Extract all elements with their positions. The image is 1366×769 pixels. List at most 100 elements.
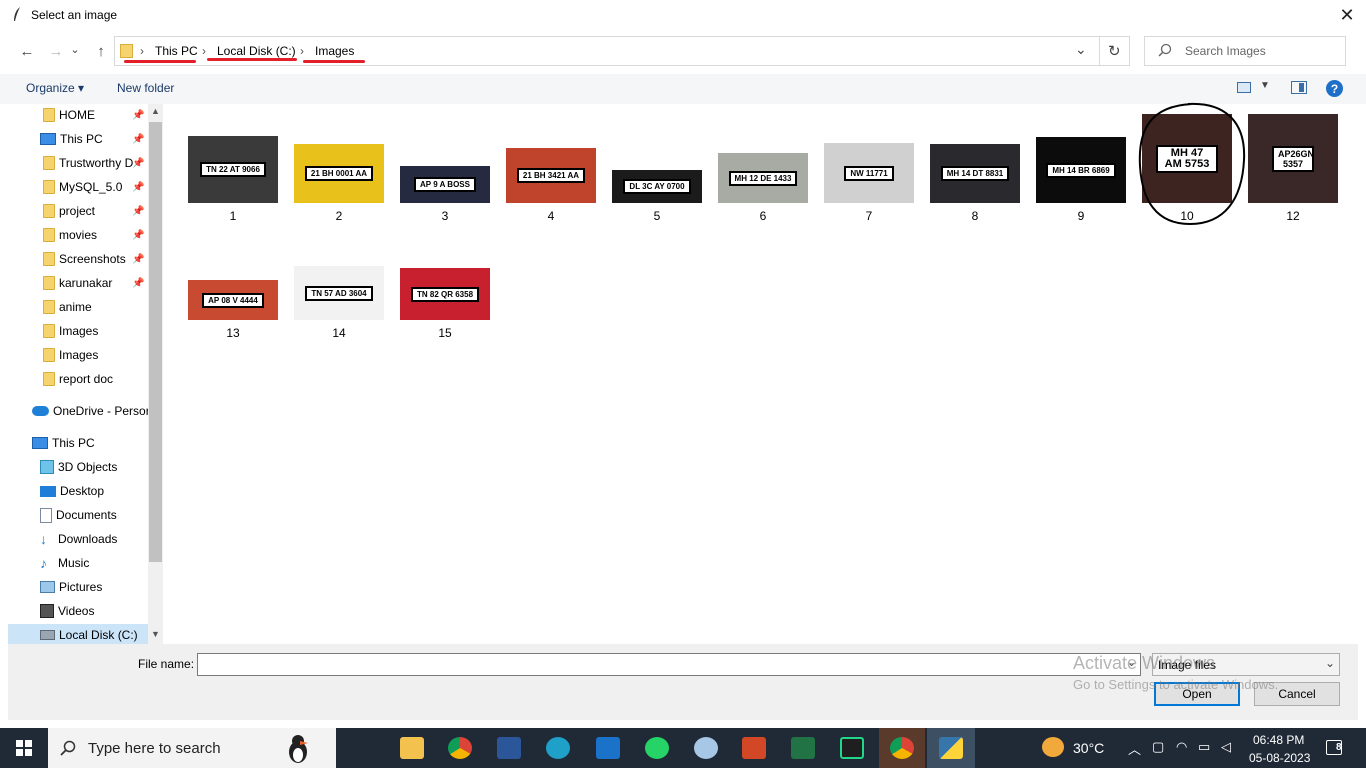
scroll-up-icon[interactable]: ▲ (151, 106, 160, 116)
file-name-label[interactable]: 9 (1036, 209, 1126, 223)
license-plate-text: MH 14 BR 6869 (1046, 162, 1116, 178)
chevron-up-icon[interactable]: ︿ (1128, 739, 1141, 758)
sidebar-item-label: project (59, 204, 96, 218)
file-thumbnail[interactable]: MH 14 BR 6869 (1036, 137, 1126, 203)
file-name-label[interactable]: 3 (400, 209, 490, 223)
view-options-icon[interactable] (1237, 82, 1251, 93)
windows-start-icon[interactable] (16, 740, 32, 756)
address-bar[interactable]: › This PC › Local Disk (C:) › Images ⌄ ↻ (114, 36, 1130, 66)
excel-icon[interactable] (791, 737, 815, 759)
edge-icon[interactable] (546, 737, 570, 759)
file-name-label[interactable]: 14 (294, 326, 384, 340)
sidebar-item-onedrive[interactable]: OneDrive - Persor (8, 400, 155, 422)
paint-icon[interactable] (694, 737, 718, 759)
file-name-label[interactable]: 6 (718, 209, 808, 223)
help-icon[interactable]: ? (1326, 80, 1343, 97)
chrome-icon[interactable] (448, 737, 472, 759)
pin-icon: 📌 (132, 109, 145, 121)
sidebar-item-movies[interactable]: movies 📌 (8, 224, 155, 246)
sidebar-item-videos[interactable]: Videos (8, 600, 155, 622)
word-icon[interactable] (497, 737, 521, 759)
sidebar-item-anime[interactable]: anime (8, 296, 155, 318)
file-thumbnail[interactable]: DL 3C AY 0700 (612, 170, 702, 203)
sidebar-item-report-doc[interactable]: report doc (8, 368, 155, 390)
breadcrumb-this-pc[interactable]: This PC (155, 44, 198, 58)
battery-icon[interactable]: ▭ (1198, 739, 1210, 755)
file-name-label[interactable]: 2 (294, 209, 384, 223)
temperature-label[interactable]: 30°C (1073, 740, 1104, 756)
file-thumbnail[interactable]: NW 11771 (824, 143, 914, 203)
file-name-label[interactable]: 8 (930, 209, 1020, 223)
sidebar-item-project[interactable]: project 📌 (8, 200, 155, 222)
file-thumbnail[interactable]: MH 12 DE 1433 (718, 153, 808, 203)
file-thumbnail[interactable]: AP26GN 5357 (1248, 114, 1338, 203)
file-name-label[interactable]: 12 (1248, 209, 1338, 223)
back-button[interactable]: ← (16, 40, 38, 62)
view-dropdown-icon[interactable]: ▼ (1260, 80, 1270, 91)
sidebar-item-music[interactable]: ♪ Music (8, 552, 155, 574)
file-name-label[interactable]: 7 (824, 209, 914, 223)
file-name-label[interactable]: 5 (612, 209, 702, 223)
new-folder-button[interactable]: New folder (117, 81, 174, 95)
file-thumbnail[interactable]: 21 BH 0001 AA (294, 144, 384, 203)
wifi-icon[interactable]: ◠ (1176, 739, 1187, 755)
sidebar-item-images[interactable]: Images (8, 320, 155, 342)
file-name-input[interactable] (197, 653, 1141, 676)
monitor-icon (40, 133, 56, 145)
recent-locations-button[interactable]: ⌄ (68, 38, 82, 60)
sidebar-item-this-pc[interactable]: This PC (8, 432, 155, 454)
search-box[interactable]: Search Images (1144, 36, 1346, 66)
file-thumbnail[interactable]: TN 82 QR 6358 (400, 268, 490, 320)
file-name-label[interactable]: 1 (188, 209, 278, 223)
organize-button[interactable]: Organize ▾ (26, 81, 84, 95)
sidebar-item-this-pc-pinned[interactable]: This PC 📌 (8, 128, 155, 150)
sidebar-item-documents[interactable]: Documents (8, 504, 155, 526)
puffin-icon (280, 730, 316, 766)
sidebar-item-desktop[interactable]: Desktop (8, 480, 155, 502)
sidebar-item-pictures[interactable]: Pictures (8, 576, 155, 598)
device-icon[interactable]: ▢ (1152, 739, 1164, 755)
pycharm-icon[interactable] (840, 737, 864, 759)
chrome-profile-icon[interactable] (890, 737, 914, 759)
clock-time[interactable]: 06:48 PM (1253, 733, 1304, 747)
activation-watermark: Activate Windows (1073, 653, 1216, 673)
breadcrumb-images[interactable]: Images (315, 44, 354, 58)
sidebar-item-home[interactable]: HOME 📌 (8, 104, 155, 126)
weather-icon[interactable] (1042, 737, 1064, 757)
forward-button[interactable]: → (45, 40, 67, 62)
scroll-down-icon[interactable]: ▼ (151, 629, 160, 639)
sidebar-item-karunakar[interactable]: karunakar 📌 (8, 272, 155, 294)
refresh-icon[interactable]: ↻ (1108, 42, 1121, 60)
sidebar-item-local-disk[interactable]: Local Disk (C:) (8, 624, 155, 646)
file-name-label[interactable]: 15 (400, 326, 490, 340)
file-thumbnail[interactable]: AP 9 A BOSS (400, 166, 490, 203)
breadcrumb-local-disk[interactable]: Local Disk (C:) (217, 44, 296, 58)
scrollbar-thumb[interactable] (149, 122, 162, 562)
file-name-label[interactable]: 13 (188, 326, 278, 340)
preview-pane-icon[interactable] (1291, 81, 1307, 94)
file-thumbnail[interactable]: TN 22 AT 9066 (188, 136, 278, 203)
film-icon (40, 604, 54, 618)
clock-date[interactable]: 05-08-2023 (1249, 751, 1310, 765)
file-thumbnail[interactable]: AP 08 V 4444 (188, 280, 278, 320)
python-icon[interactable] (939, 737, 963, 759)
close-button[interactable]: ✕ (1328, 0, 1366, 31)
sidebar-item-mysql[interactable]: MySQL_5.0 📌 (8, 176, 155, 198)
up-button[interactable]: ↑ (90, 40, 112, 62)
file-name-label[interactable]: 4 (506, 209, 596, 223)
sidebar-item-downloads[interactable]: ↓ Downloads (8, 528, 155, 550)
file-thumbnail[interactable]: 21 BH 3421 AA (506, 148, 596, 203)
file-thumbnail[interactable]: TN 57 AD 3604 (294, 266, 384, 320)
address-dropdown-icon[interactable]: ⌄ (1075, 41, 1087, 58)
file-thumbnail[interactable]: MH 14 DT 8831 (930, 144, 1020, 203)
sidebar-item-3d-objects[interactable]: 3D Objects (8, 456, 155, 478)
file-explorer-icon[interactable] (400, 737, 424, 759)
whatsapp-icon[interactable] (645, 737, 669, 759)
taskbar-search-box[interactable]: Type here to search (48, 728, 336, 768)
powerpoint-icon[interactable] (742, 737, 766, 759)
sidebar-item-screenshots[interactable]: Screenshots 📌 (8, 248, 155, 270)
sidebar-item-trustworthy[interactable]: Trustworthy D 📌 (8, 152, 155, 174)
sidebar-item-images-2[interactable]: Images (8, 344, 155, 366)
mail-icon[interactable] (596, 737, 620, 759)
volume-icon[interactable]: ◁ (1221, 739, 1231, 755)
